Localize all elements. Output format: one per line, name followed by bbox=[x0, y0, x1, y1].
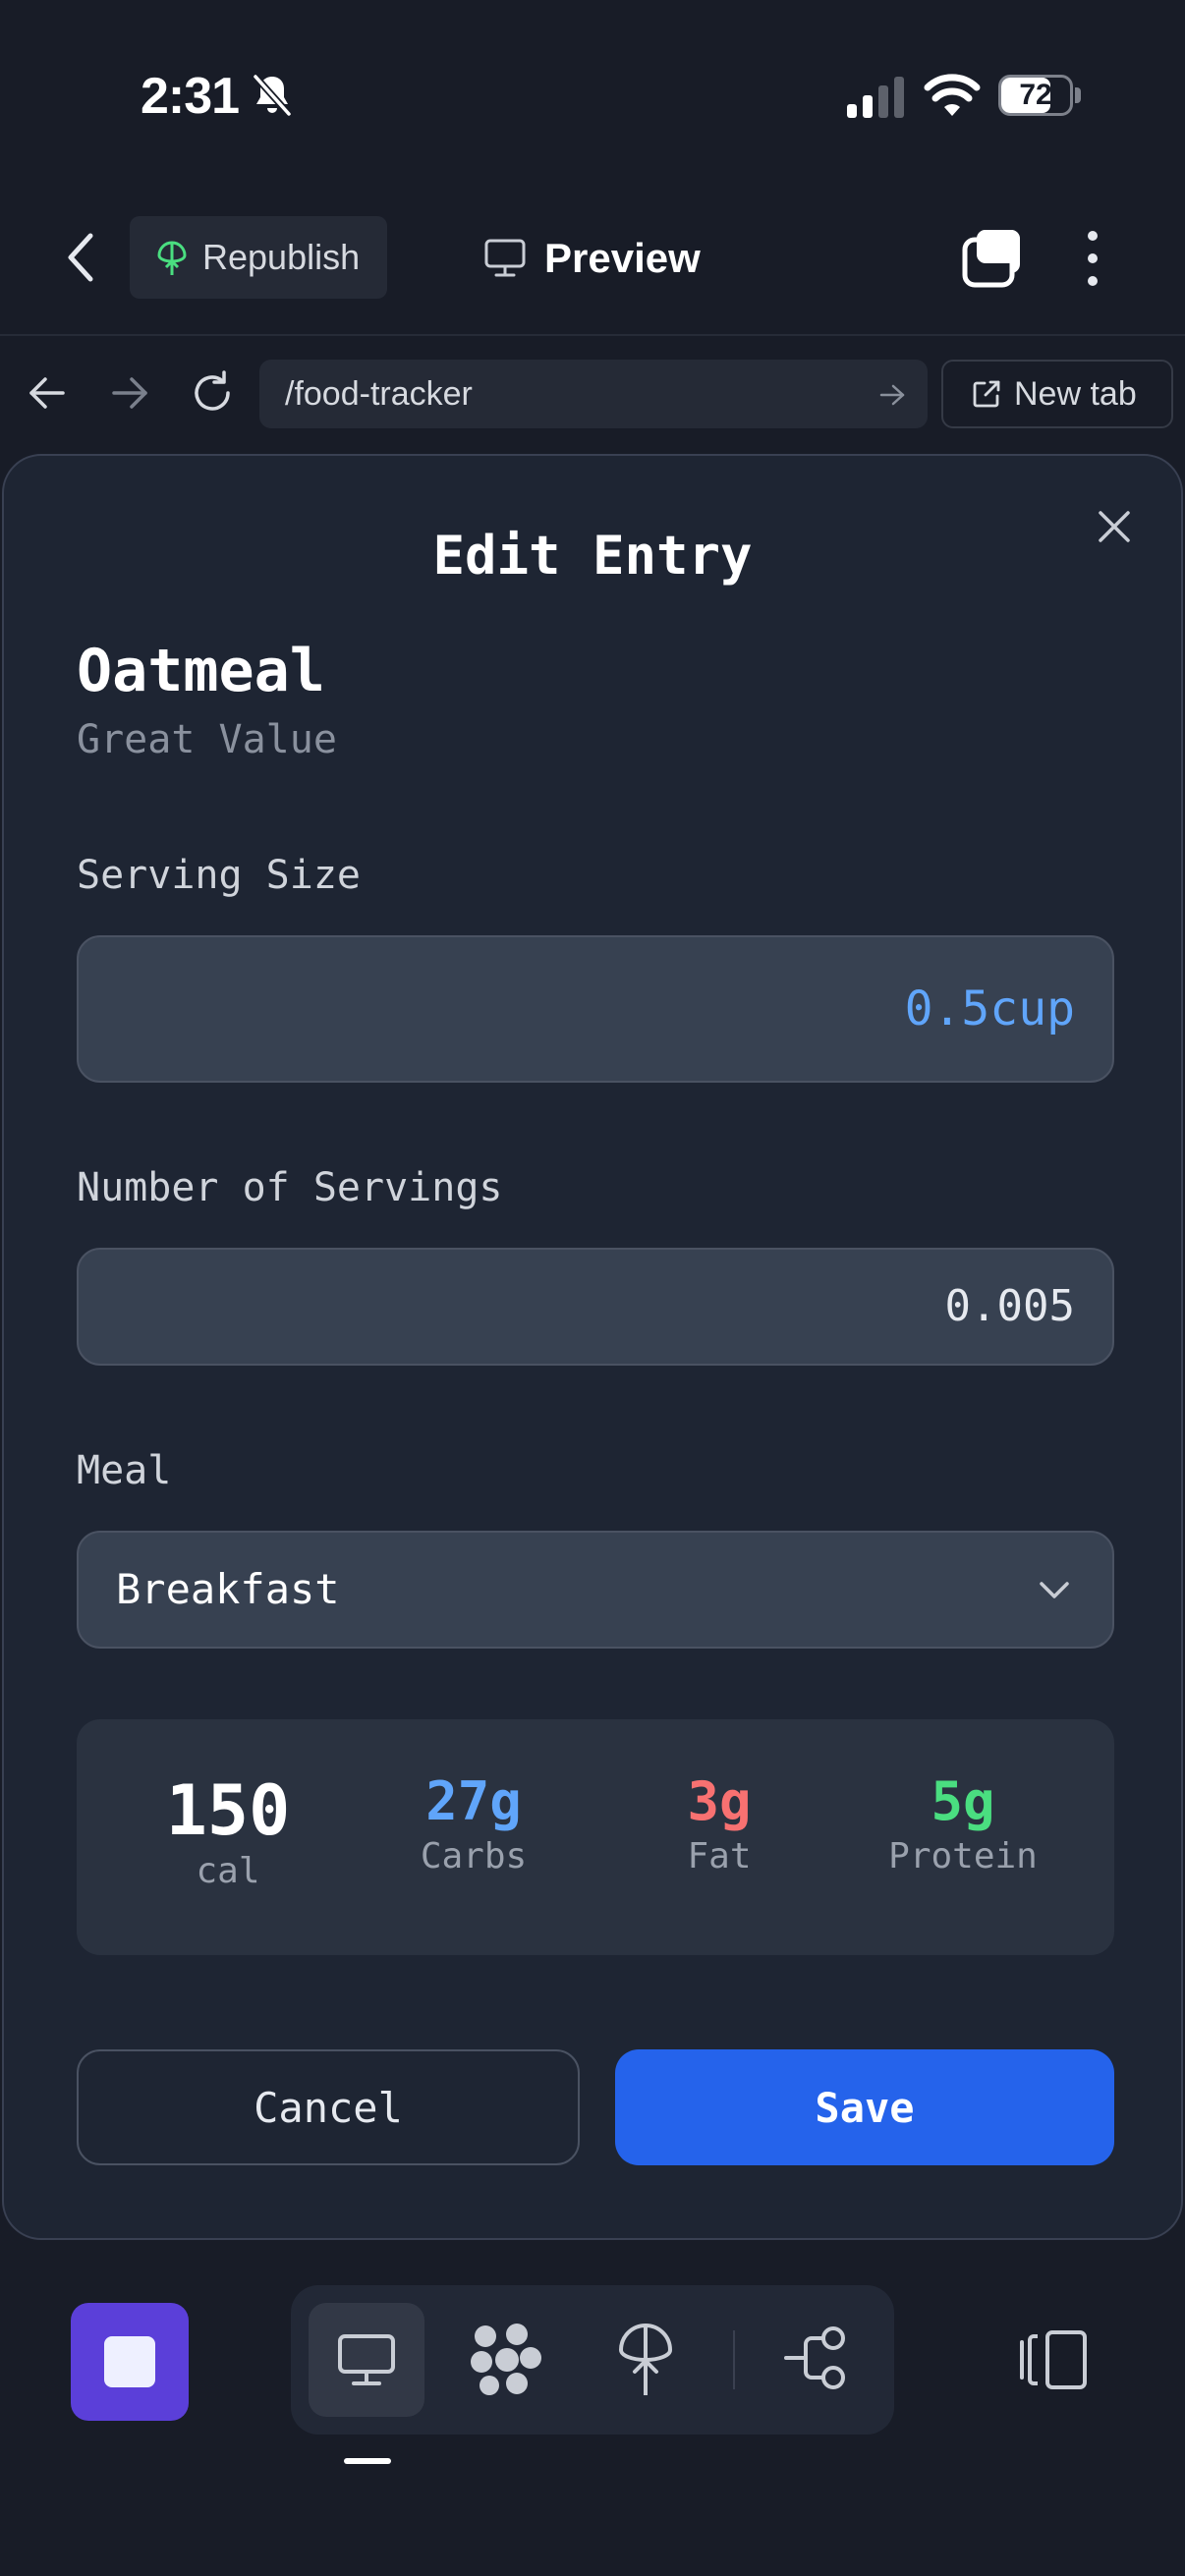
meal-label: Meal bbox=[77, 1448, 172, 1493]
protein-label: Protein bbox=[888, 1836, 1038, 1876]
active-view-indicator bbox=[344, 2458, 391, 2464]
toolbar-divider bbox=[0, 334, 1185, 336]
deploy-icon[interactable] bbox=[615, 2319, 676, 2401]
browser-back-icon[interactable] bbox=[26, 371, 69, 415]
number-of-servings-input[interactable]: 0.005 bbox=[77, 1248, 1114, 1366]
close-icon[interactable] bbox=[1095, 507, 1134, 546]
stop-button[interactable] bbox=[71, 2303, 189, 2421]
reload-icon[interactable] bbox=[189, 369, 236, 417]
fat-stat: 3g Fat bbox=[621, 1719, 818, 1876]
battery-indicator: 72 bbox=[998, 75, 1081, 116]
save-button[interactable]: Save bbox=[615, 2049, 1114, 2165]
more-options-icon[interactable] bbox=[1081, 228, 1104, 289]
wifi-icon bbox=[924, 74, 981, 116]
nutrition-summary: 150 cal 27g Carbs 3g Fat 5g Protein bbox=[77, 1719, 1114, 1955]
meal-select[interactable]: Breakfast bbox=[77, 1531, 1114, 1649]
number-of-servings-label: Number of Servings bbox=[77, 1165, 503, 1210]
serving-size-label: Serving Size bbox=[77, 853, 361, 898]
chevron-down-icon bbox=[1040, 1582, 1069, 1598]
back-button[interactable] bbox=[61, 228, 106, 287]
battery-percent: 72 bbox=[1019, 79, 1052, 111]
go-arrow-icon[interactable] bbox=[878, 381, 906, 409]
food-name: Oatmeal bbox=[77, 637, 325, 705]
url-input[interactable]: /food-tracker bbox=[259, 360, 928, 428]
divider bbox=[733, 2330, 735, 2389]
share-nodes-icon[interactable] bbox=[782, 2323, 853, 2393]
food-brand: Great Value bbox=[77, 717, 337, 762]
bell-muted-icon bbox=[253, 74, 292, 117]
protein-stat: 5g Protein bbox=[865, 1719, 1061, 1876]
calories-stat: 150 cal bbox=[130, 1719, 326, 1891]
serving-size-field[interactable]: 0.5cup bbox=[77, 935, 1114, 1083]
stop-icon bbox=[104, 2336, 155, 2387]
cancel-button[interactable]: Cancel bbox=[77, 2049, 580, 2165]
serving-size-value: 0.5cup bbox=[904, 981, 1075, 1036]
carbs-value: 27g bbox=[425, 1770, 522, 1832]
monitor-icon bbox=[484, 239, 526, 277]
cellular-signal-icon bbox=[847, 77, 904, 118]
carbs-stat: 27g Carbs bbox=[375, 1719, 572, 1876]
desktop-view-button[interactable] bbox=[309, 2303, 424, 2417]
republish-label: Republish bbox=[202, 237, 361, 277]
fat-value: 3g bbox=[687, 1770, 752, 1832]
side-panel-icon[interactable] bbox=[1018, 2328, 1091, 2391]
protein-value: 5g bbox=[931, 1770, 995, 1832]
modal-title: Edit Entry bbox=[432, 525, 753, 587]
workspace-nodes-icon[interactable] bbox=[468, 2321, 544, 2397]
calories-unit: cal bbox=[196, 1851, 260, 1891]
preview-button[interactable]: Preview bbox=[483, 222, 701, 295]
new-tab-button[interactable]: New tab bbox=[941, 360, 1173, 428]
url-text: /food-tracker bbox=[285, 374, 473, 413]
edit-entry-modal: Edit Entry Oatmeal Great Value Serving S… bbox=[2, 454, 1183, 2240]
view-switcher bbox=[291, 2285, 894, 2435]
tabs-icon[interactable] bbox=[961, 228, 1024, 289]
status-time: 2:31 bbox=[141, 68, 240, 125]
number-of-servings-value: 0.005 bbox=[944, 1281, 1075, 1331]
external-link-icon bbox=[973, 380, 1000, 408]
carbs-label: Carbs bbox=[420, 1836, 528, 1876]
preview-label: Preview bbox=[544, 235, 701, 281]
meal-value: Breakfast bbox=[116, 1565, 340, 1613]
deploy-icon bbox=[157, 241, 187, 275]
monitor-icon bbox=[338, 2334, 395, 2385]
fat-label: Fat bbox=[687, 1836, 752, 1876]
browser-forward-icon[interactable] bbox=[108, 371, 151, 415]
republish-button[interactable]: Republish bbox=[130, 216, 387, 299]
calories-value: 150 bbox=[165, 1770, 291, 1851]
new-tab-label: New tab bbox=[1014, 374, 1137, 413]
